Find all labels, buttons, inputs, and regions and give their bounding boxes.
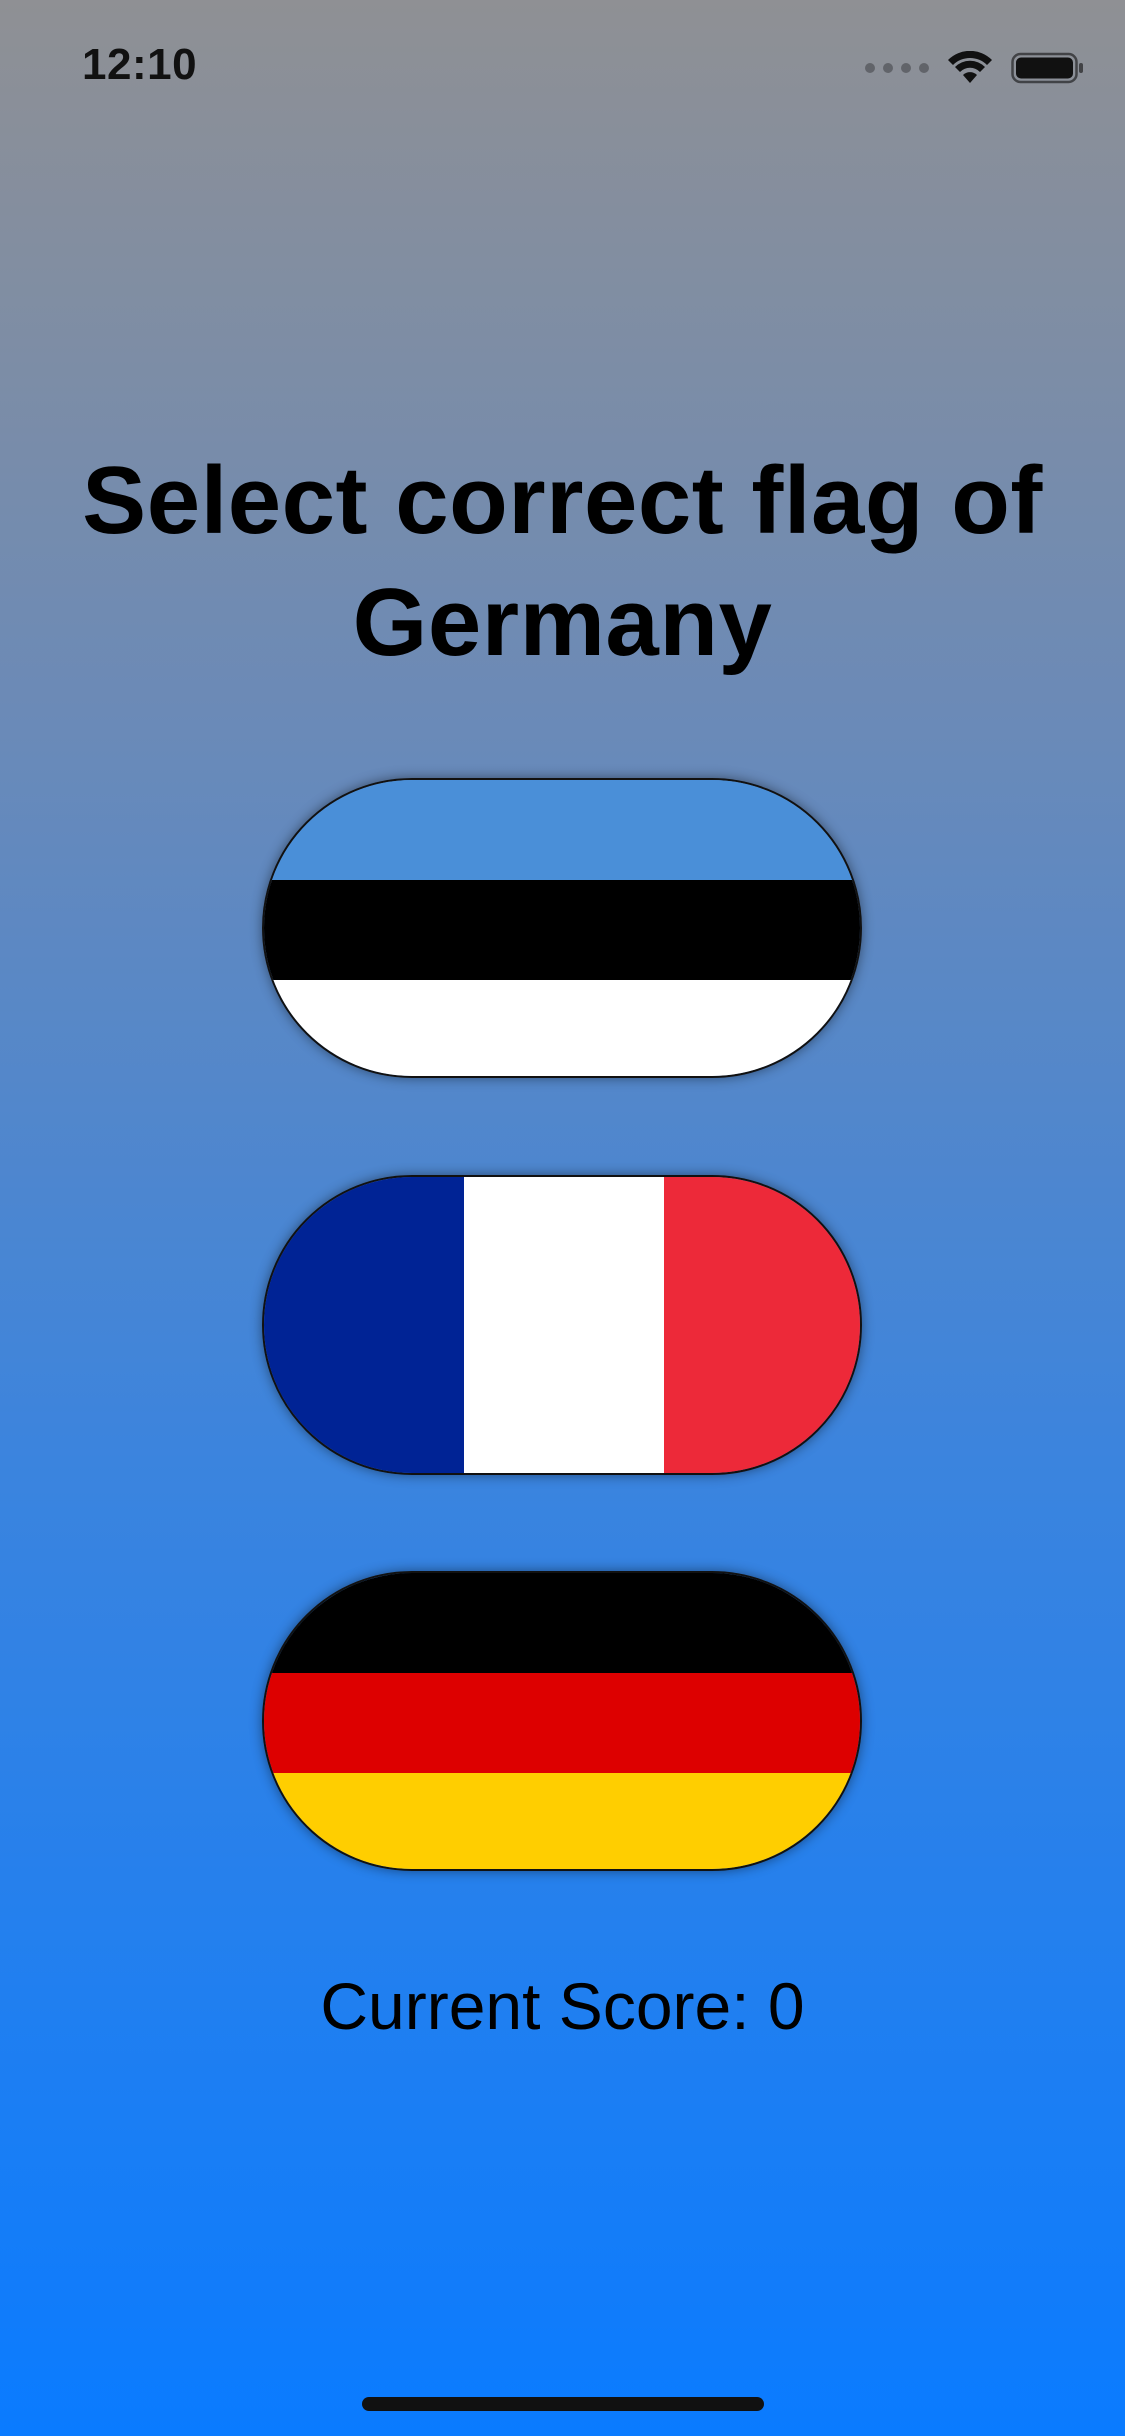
flag-stripe-left [264,1177,464,1473]
status-time: 12:10 [82,40,198,89]
cellular-signal-icon [865,63,929,73]
flag-stripe-middle [264,1673,860,1773]
flag-button-estonia[interactable] [262,778,862,1078]
current-score: Current Score: 0 [320,1969,805,2043]
germany-flag-image [264,1573,860,1869]
question-title: Select correct flag of Germany [82,447,1043,676]
estonia-flag-image [264,780,860,1076]
flag-stripe-bottom [264,1773,860,1869]
flag-button-france[interactable] [262,1175,862,1475]
wifi-icon [948,51,992,83]
flag-stripe-right [664,1177,860,1473]
france-flag-image [264,1177,860,1473]
status-icons [865,48,1085,88]
home-indicator[interactable] [362,2397,764,2411]
status-bar: 12:10 [0,0,1125,140]
flag-stripe-top [264,1573,860,1673]
flag-stripe-center [464,1177,664,1473]
battery-icon [1011,52,1083,84]
flag-stripe-middle [264,880,860,980]
flag-stripe-top [264,780,860,880]
flag-button-germany[interactable] [262,1571,862,1871]
flag-stripe-bottom [264,980,860,1076]
